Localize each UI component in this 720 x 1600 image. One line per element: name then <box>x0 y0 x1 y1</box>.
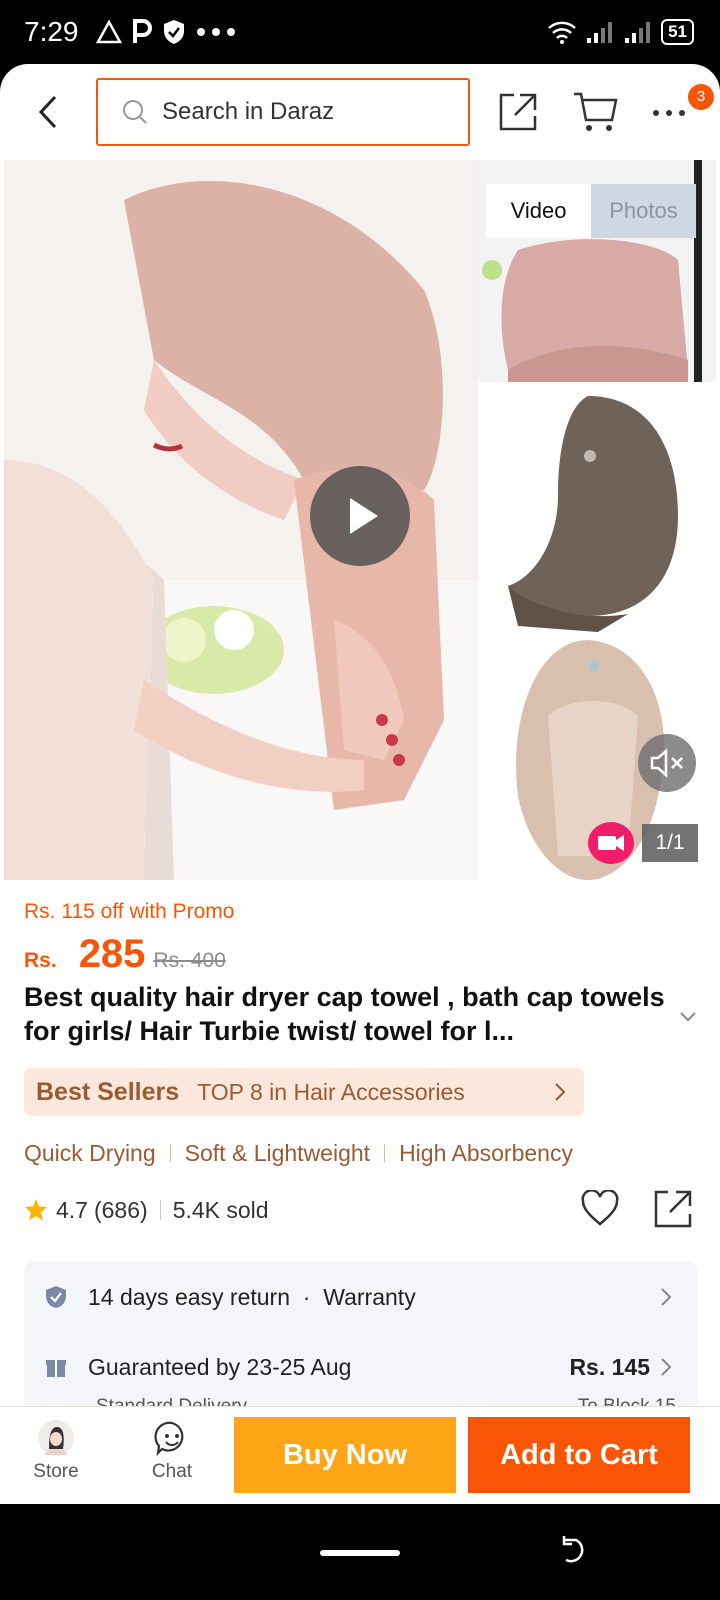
divider <box>384 1144 386 1162</box>
wifi-icon <box>548 21 576 44</box>
search-icon <box>123 100 147 124</box>
heart-icon <box>581 1189 619 1226</box>
warning-icon <box>96 20 122 44</box>
gift-box-icon <box>46 1360 66 1377</box>
rating-value: 4.7 <box>56 1196 88 1223</box>
page-indicator: 1/1 <box>642 824 698 862</box>
tab-photos[interactable]: Photos <box>591 184 696 238</box>
rating-row[interactable]: 4.7 (686) 5.4K sold <box>24 1190 269 1230</box>
best-sellers-label: Best Sellers <box>36 1077 180 1106</box>
shield-icon <box>46 1286 66 1308</box>
separator-dot: · <box>296 1283 317 1310</box>
signal-icon <box>587 22 613 43</box>
battery-indicator: 51 <box>661 19 694 45</box>
price-row: Rs. 285 Rs. 400 <box>24 932 226 982</box>
expand-title-button[interactable] <box>678 1010 698 1024</box>
current-price: 285 <box>78 932 146 976</box>
currency-label: Rs. <box>24 949 57 972</box>
status-time: 7:29 <box>24 16 79 47</box>
chevron-right-icon <box>661 1288 672 1306</box>
share-product-button[interactable] <box>652 1188 694 1230</box>
status-notification-icons <box>96 16 236 48</box>
volume-mute-icon <box>650 748 683 778</box>
video-camera-icon <box>598 835 624 851</box>
thumbnail-2[interactable] <box>478 386 716 632</box>
play-icon <box>350 498 378 534</box>
cart-icon <box>574 92 618 131</box>
promo-text: Rs. 115 off with Promo <box>24 900 235 923</box>
delivery-price: Rs. 145 <box>569 1353 650 1380</box>
best-sellers-rank: TOP 8 in Hair Accessories <box>197 1078 465 1105</box>
status-system-icons: 51 <box>547 16 694 48</box>
return-text: 14 days easy return <box>88 1283 291 1310</box>
share-icon <box>654 1190 692 1228</box>
warranty-text: Warranty <box>323 1283 416 1310</box>
feature-tags: Quick Drying Soft & Lightweight High Abs… <box>24 1136 573 1170</box>
best-sellers-banner[interactable]: Best Sellers TOP 8 in Hair Accessories <box>24 1068 584 1116</box>
chevron-down-icon <box>680 1012 696 1022</box>
status-bar: 7:29 51 <box>0 0 720 64</box>
cart-button[interactable] <box>572 90 620 134</box>
return-policy-row[interactable]: 14 days easy return · Warranty <box>24 1272 698 1322</box>
product-gallery[interactable]: Video Photos 1/1 <box>0 160 720 884</box>
bottom-action-bar: Store Chat Buy Now Add to Cart <box>0 1406 720 1504</box>
search-placeholder: Search in Daraz <box>162 98 335 125</box>
chat-icon <box>154 1421 184 1457</box>
star-icon <box>25 1199 47 1221</box>
product-page: Search in Daraz 3 Video Photos 1/1 Rs. 1… <box>0 64 720 1504</box>
tab-video[interactable]: Video <box>486 184 591 238</box>
thumbnail-image-brown-towel <box>478 386 716 632</box>
wishlist-button[interactable] <box>580 1189 620 1228</box>
more-notifications-icon <box>197 28 235 36</box>
store-button[interactable]: Store <box>16 1415 96 1497</box>
product-title[interactable]: Best quality hair dryer cap towel , bath… <box>24 980 674 1048</box>
add-to-cart-button[interactable]: Add to Cart <box>468 1417 690 1493</box>
back-button[interactable] <box>28 90 68 134</box>
cart-count-badge: 3 <box>688 84 714 110</box>
chat-button[interactable]: Chat <box>132 1415 212 1497</box>
store-label: Store <box>33 1461 79 1482</box>
feature-tag: Quick Drying <box>24 1139 156 1166</box>
more-icon <box>653 110 685 116</box>
home-gesture-bar[interactable] <box>320 1550 400 1556</box>
back-arrow-icon <box>38 95 57 129</box>
divider <box>169 1144 171 1162</box>
return-warranty-text: 14 days easy return · Warranty <box>88 1284 416 1311</box>
signal-icon-2 <box>625 22 651 43</box>
video-badge <box>588 822 634 864</box>
store-avatar-icon <box>38 1420 74 1456</box>
share-icon <box>499 93 537 131</box>
review-count: (686) <box>93 1196 148 1223</box>
rotate-screen-icon[interactable] <box>558 1534 590 1566</box>
original-price: Rs. 400 <box>153 949 226 972</box>
play-button[interactable] <box>310 466 410 566</box>
share-button[interactable] <box>496 90 540 134</box>
chevron-right-icon <box>555 1083 566 1101</box>
delivery-row[interactable]: Guaranteed by 23-25 Aug Rs. 145 <box>24 1342 698 1392</box>
sold-count: 5.4K sold <box>172 1196 269 1223</box>
divider <box>159 1200 161 1220</box>
parking-icon <box>133 19 152 43</box>
feature-tag: High Absorbency <box>399 1139 573 1166</box>
top-bar: Search in Daraz 3 <box>0 64 720 160</box>
delivery-text: Guaranteed by 23-25 Aug <box>88 1353 352 1380</box>
media-tabs: Video Photos <box>486 184 696 238</box>
buy-now-button[interactable]: Buy Now <box>234 1417 456 1493</box>
mute-button[interactable] <box>638 734 696 792</box>
search-input[interactable]: Search in Daraz <box>96 78 470 146</box>
chat-label: Chat <box>151 1461 193 1482</box>
system-navigation-bar <box>0 1504 720 1600</box>
feature-tag: Soft & Lightweight <box>184 1139 371 1166</box>
chevron-right-icon <box>661 1358 672 1376</box>
shield-check-icon <box>164 20 184 44</box>
